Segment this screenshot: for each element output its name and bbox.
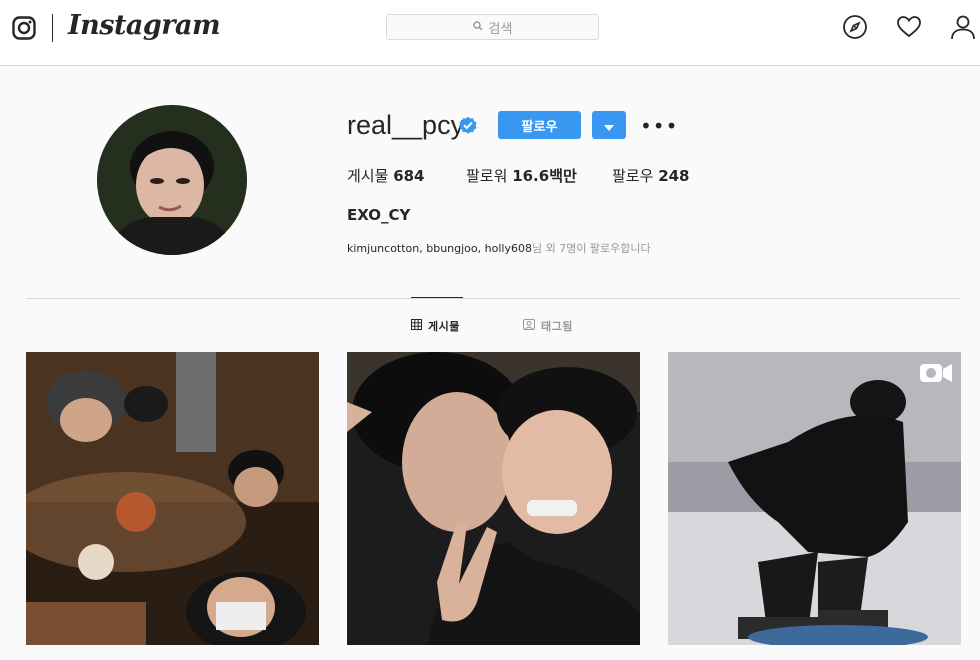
follow-button[interactable]: 팔로우: [498, 111, 581, 139]
heart-icon[interactable]: [896, 14, 922, 44]
grid-icon: [411, 319, 422, 333]
stat-followers-value: 16.6백만: [512, 167, 577, 185]
top-navigation: Instagram 검색: [0, 0, 980, 66]
profile-full-name: EXO_CY: [347, 206, 411, 224]
instagram-wordmark[interactable]: Instagram: [68, 10, 221, 41]
followed-by-suffix: 님 외 7명이 팔로우합니다: [531, 242, 651, 255]
post-thumbnail-2[interactable]: [347, 352, 640, 645]
profile-username: real__pcy: [347, 110, 465, 140]
tab-tagged-label: 태그됨: [541, 320, 573, 333]
video-icon: [919, 362, 953, 384]
active-tab-indicator: [411, 297, 463, 298]
tab-posts-label: 게시물: [428, 320, 460, 333]
profile-avatar: [97, 105, 247, 255]
stat-following-value: 248: [658, 167, 690, 185]
stat-posts-value: 684: [393, 167, 425, 185]
search-placeholder: 검색: [488, 21, 513, 37]
stat-followers[interactable]: 팔로워 16.6백만: [466, 165, 577, 186]
followed-by-names[interactable]: kimjuncotton, bbungjoo, holly608: [347, 242, 532, 255]
stat-followers-label: 팔로워: [466, 167, 508, 185]
stat-following-label: 팔로우: [612, 167, 654, 185]
explore-compass-icon[interactable]: [842, 14, 868, 44]
verified-badge-icon: [458, 115, 478, 139]
followed-by-text[interactable]: kimjuncotton, bbungjoo, holly608님 외 7명이 …: [347, 240, 651, 256]
instagram-camera-icon[interactable]: [12, 16, 36, 44]
logo-divider: [52, 14, 53, 42]
stat-posts-label: 게시물: [347, 167, 389, 185]
suggested-dropdown-button[interactable]: [592, 111, 626, 139]
triangle-down-icon: [604, 116, 614, 135]
profile-user-icon[interactable]: [950, 14, 976, 44]
search-icon: [472, 20, 483, 35]
stat-posts[interactable]: 게시물 684: [347, 165, 425, 186]
tabs-divider: [26, 298, 960, 299]
tab-posts[interactable]: 게시물: [411, 318, 460, 334]
tab-tagged[interactable]: 태그됨: [523, 318, 573, 334]
more-options-icon[interactable]: •••: [640, 114, 678, 138]
post-thumbnail-3[interactable]: [668, 352, 961, 645]
stat-following[interactable]: 팔로우 248: [612, 165, 690, 186]
post-thumbnail-1[interactable]: [26, 352, 319, 645]
search-input[interactable]: 검색: [386, 14, 599, 40]
tag-icon: [523, 319, 535, 333]
